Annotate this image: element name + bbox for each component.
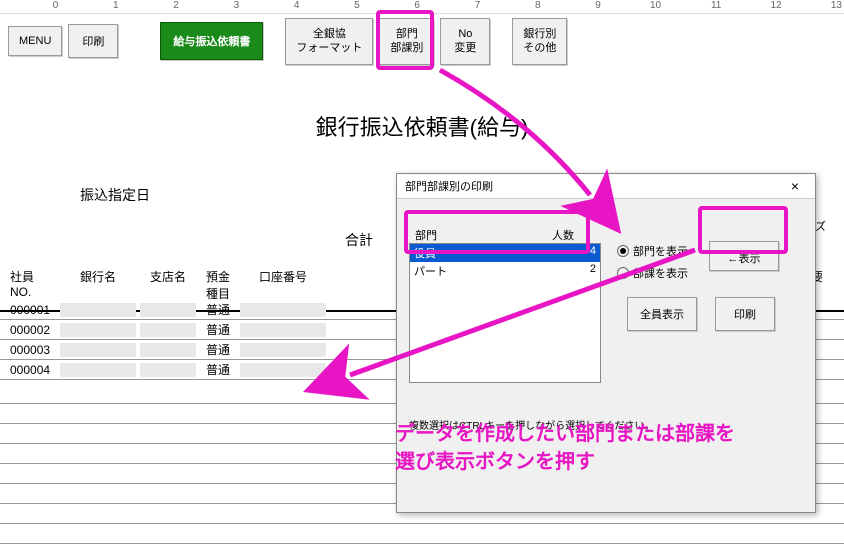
ruler: 012345678910111213 (0, 0, 844, 14)
radio-show-section[interactable]: 部課を表示 (617, 265, 688, 281)
no-change-button[interactable]: No 変更 (440, 18, 490, 65)
title-button[interactable]: 給与振込依頼書 (160, 22, 263, 60)
radio-dept-label: 部門を表示 (633, 243, 688, 259)
dept-section-button[interactable]: 部門 部課別 (379, 18, 434, 65)
cell-type: 普通 (198, 361, 238, 378)
total-label: 合計 (345, 230, 373, 250)
toolbar: MENU 印刷 給与振込依頼書 全銀協 フォーマット 部門 部課別 No 変更 … (8, 18, 567, 65)
zenginkyo-format-button[interactable]: 全銀協 フォーマット (285, 18, 373, 65)
cell-id: 000002 (8, 323, 58, 337)
radio-section-label: 部課を表示 (633, 265, 688, 281)
radio-group: 部門を表示 部課を表示 (617, 243, 688, 287)
radio-show-dept[interactable]: 部門を表示 (617, 243, 688, 259)
show-all-button[interactable]: 全員表示 (627, 297, 697, 331)
bank-other-button[interactable]: 銀行別 その他 (512, 18, 567, 65)
annotation-text: データを作成したい部門または部課を 選び表示ボタンを押す (395, 420, 735, 476)
dept-header-label: 部門 (415, 227, 437, 243)
dialog-title-text: 部門部課別の印刷 (405, 178, 493, 194)
cell-type: 普通 (198, 321, 238, 338)
radio-icon (617, 245, 629, 257)
dialog-print-button[interactable]: 印刷 (715, 297, 775, 331)
cell-type: 普通 (198, 301, 238, 318)
count-header-label: 人数 (552, 227, 574, 243)
cell-type: 普通 (198, 341, 238, 358)
show-button[interactable]: ←表示 (709, 241, 779, 271)
radio-icon (617, 267, 629, 279)
cell-id: 000004 (8, 363, 58, 377)
dialog-close-button[interactable]: × (783, 178, 807, 194)
dept-list-item[interactable]: 役員4 (410, 244, 600, 262)
print-button[interactable]: 印刷 (68, 24, 118, 58)
page-title: 銀行振込依頼書(給与) (0, 110, 844, 142)
menu-button[interactable]: MENU (8, 26, 62, 56)
designated-date-label: 振込指定日 (80, 185, 150, 205)
cell-id: 000003 (8, 343, 58, 357)
dialog-titlebar: 部門部課別の印刷 × (397, 174, 815, 199)
dept-list[interactable]: 役員4パート2 (409, 243, 601, 383)
dialog-body: 部門 人数 役員4パート2 部門を表示 部課を表示 ←表示 全員表示 印刷 複数… (397, 199, 815, 215)
cell-id: 000001 (8, 303, 58, 317)
dept-list-item[interactable]: パート2 (410, 262, 600, 280)
